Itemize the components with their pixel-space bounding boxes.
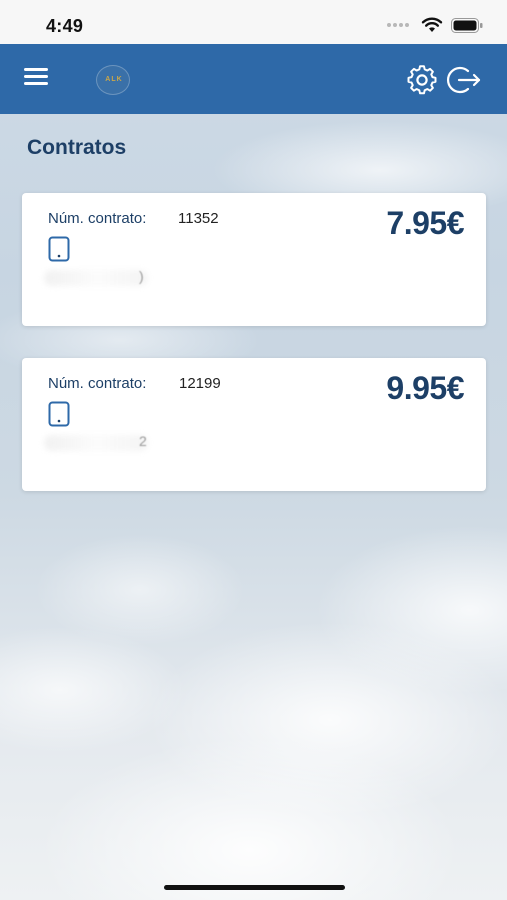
redacted-text xyxy=(44,270,148,286)
contract-price: 9.95€ xyxy=(386,370,464,406)
hamburger-menu-icon[interactable] xyxy=(24,68,52,90)
status-icons xyxy=(387,17,483,33)
contract-card[interactable]: Núm. contrato: 11352 7.95€ ) xyxy=(22,193,486,326)
contract-number-label: Núm. contrato: xyxy=(48,375,147,392)
smartphone-icon xyxy=(48,401,70,427)
page-title: Contratos xyxy=(27,136,127,159)
redacted-text xyxy=(44,435,148,451)
contract-price: 7.95€ xyxy=(386,205,464,241)
redacted-text-tail: 2 xyxy=(139,433,147,449)
smartphone-icon xyxy=(48,236,70,262)
gear-icon[interactable] xyxy=(406,64,438,96)
logo-text: ALK xyxy=(105,76,123,83)
contract-number-label: Núm. contrato: xyxy=(48,210,147,227)
wifi-icon xyxy=(421,17,443,32)
redacted-text-tail: ) xyxy=(139,268,144,284)
contract-card[interactable]: Núm. contrato: 12199 9.95€ 2 xyxy=(22,358,486,491)
battery-icon xyxy=(451,17,483,33)
home-indicator[interactable] xyxy=(164,885,345,890)
status-time: 4:49 xyxy=(46,16,84,36)
status-bar: 4:49 xyxy=(0,0,507,44)
app-logo: ALK xyxy=(96,65,130,95)
app-header: ALK xyxy=(0,44,507,114)
contract-number-value: 11352 xyxy=(178,210,219,227)
logout-icon[interactable] xyxy=(446,64,482,96)
contract-number-value: 12199 xyxy=(179,375,221,392)
signal-dots-icon xyxy=(387,23,409,27)
